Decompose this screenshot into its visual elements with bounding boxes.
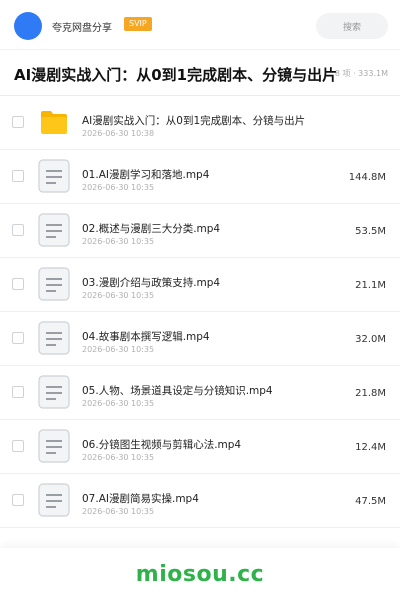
top-bar: 夸克网盘分享 SVIP 搜索 [0,0,400,50]
select-checkbox[interactable] [12,386,24,398]
file-icon [38,267,70,301]
file-date: 2026-06-30 10:35 [82,291,155,300]
search-button[interactable]: 搜索 [316,13,388,39]
select-checkbox[interactable] [12,278,24,290]
file-size: 47.5M [355,496,386,507]
watermark: miosou.cc [135,562,265,587]
file-icon [38,159,70,193]
select-checkbox[interactable] [12,116,24,128]
select-checkbox[interactable] [12,224,24,236]
file-size: 32.0M [355,334,386,345]
file-size: 21.1M [355,280,386,291]
folder-meta: 8 项 · 333.1M [334,69,388,78]
file-icon [38,483,70,517]
page-title: AI漫剧实战入门：从0到1完成剧本、分镜与出片 [14,66,338,84]
file-date: 2026-06-30 10:35 [82,345,155,354]
file-icon [38,213,70,247]
list-item-file[interactable]: 02.概述与漫剧三大分类.mp4 2026-06-30 10:35 53.5M [0,204,400,258]
file-date: 2026-06-30 10:35 [82,453,155,462]
list-item-file[interactable]: 01.AI漫剧学习和落地.mp4 2026-06-30 10:35 144.8M [0,150,400,204]
file-icon [38,429,70,463]
footer: miosou.cc [0,548,400,600]
list-item-file[interactable]: 04.故事剧本撰写逻辑.mp4 2026-06-30 10:35 32.0M [0,312,400,366]
file-list: AI漫剧实战入门：从0到1完成剧本、分镜与出片 2026-06-30 10:38… [0,96,400,528]
file-date: 2026-06-30 10:38 [82,129,155,138]
list-item-file[interactable]: 07.AI漫剧简易实操.mp4 2026-06-30 10:35 47.5M [0,474,400,528]
file-date: 2026-06-30 10:35 [82,183,155,192]
svip-badge: SVIP [124,17,152,31]
file-name: 07.AI漫剧简易实操.mp4 [82,493,199,505]
file-size: 144.8M [348,172,386,183]
select-checkbox[interactable] [12,170,24,182]
list-item-file[interactable]: 06.分镜图生视频与剪辑心法.mp4 2026-06-30 10:35 12.4… [0,420,400,474]
list-item-folder[interactable]: AI漫剧实战入门：从0到1完成剧本、分镜与出片 2026-06-30 10:38 [0,96,400,150]
file-date: 2026-06-30 10:35 [82,399,155,408]
select-checkbox[interactable] [12,440,24,452]
file-date: 2026-06-30 10:35 [82,507,155,516]
file-name: 04.故事剧本撰写逻辑.mp4 [82,331,210,343]
file-name: AI漫剧实战入门：从0到1完成剧本、分镜与出片 [82,115,306,127]
file-date: 2026-06-30 10:35 [82,237,155,246]
app-name: 夸克网盘分享 [52,23,112,34]
file-size: 12.4M [355,442,386,453]
file-name: 05.人物、场景道具设定与分镜知识.mp4 [82,385,273,397]
select-checkbox[interactable] [12,494,24,506]
folder-icon [41,111,67,134]
folder-title-bar: 8 项 · 333.1M AI漫剧实战入门：从0到1完成剧本、分镜与出片 [0,50,400,96]
file-icon [38,375,70,409]
file-size: 21.8M [355,388,386,399]
list-item-file[interactable]: 05.人物、场景道具设定与分镜知识.mp4 2026-06-30 10:35 2… [0,366,400,420]
file-name: 01.AI漫剧学习和落地.mp4 [82,169,210,181]
file-name: 02.概述与漫剧三大分类.mp4 [82,223,221,235]
file-name: 06.分镜图生视频与剪辑心法.mp4 [82,439,242,451]
list-item-file[interactable]: 03.漫剧介绍与政策支持.mp4 2026-06-30 10:35 21.1M [0,258,400,312]
select-checkbox[interactable] [12,332,24,344]
file-name: 03.漫剧介绍与政策支持.mp4 [82,277,221,289]
avatar[interactable] [14,12,42,40]
file-size: 53.5M [355,226,386,237]
file-icon [38,321,70,355]
